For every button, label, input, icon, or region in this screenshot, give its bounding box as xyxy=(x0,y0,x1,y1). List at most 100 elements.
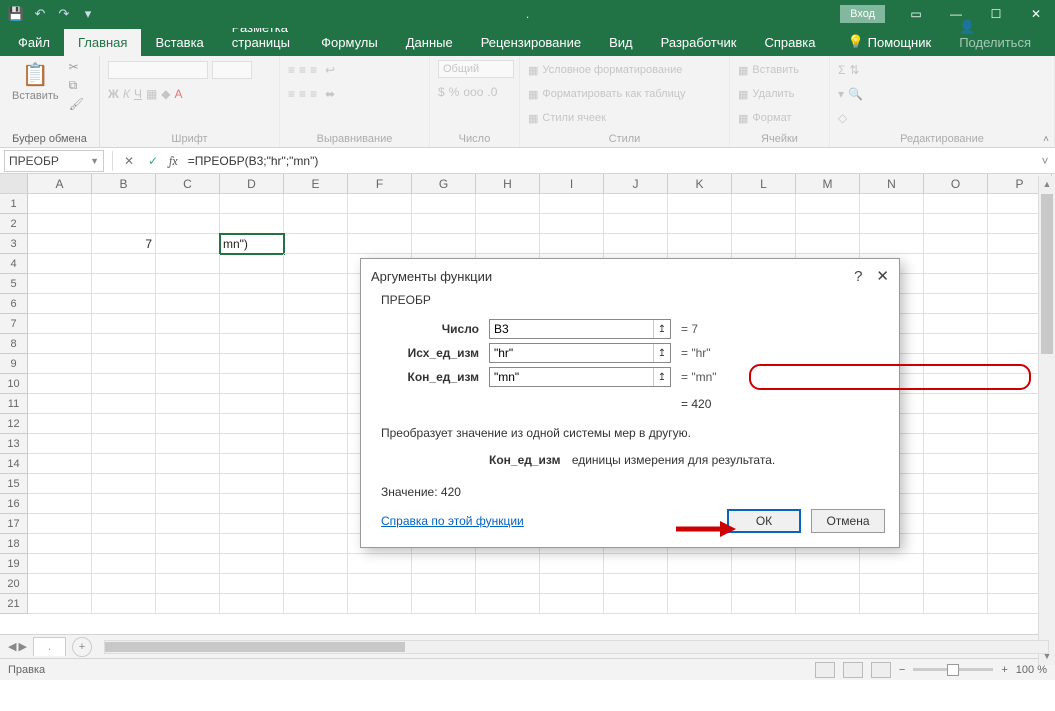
row-header[interactable]: 15 xyxy=(0,474,28,494)
autosum-icon[interactable]: Σ xyxy=(838,63,845,77)
clear-icon[interactable]: ◇ xyxy=(838,111,847,125)
cell[interactable] xyxy=(668,594,732,614)
cell[interactable] xyxy=(924,554,988,574)
cell[interactable] xyxy=(92,454,156,474)
enter-formula-icon[interactable]: ✓ xyxy=(141,150,165,172)
cell[interactable] xyxy=(220,554,284,574)
tab-view[interactable]: Вид xyxy=(595,29,647,56)
cell[interactable] xyxy=(284,474,348,494)
cell[interactable] xyxy=(28,534,92,554)
cell[interactable] xyxy=(860,594,924,614)
cell[interactable] xyxy=(220,594,284,614)
cell[interactable] xyxy=(92,554,156,574)
cell[interactable] xyxy=(924,294,988,314)
cell[interactable] xyxy=(220,294,284,314)
cell[interactable] xyxy=(284,534,348,554)
cell[interactable] xyxy=(156,194,220,214)
cell[interactable] xyxy=(860,574,924,594)
sheet-next-icon[interactable]: ▶ xyxy=(18,640,26,653)
cell[interactable] xyxy=(28,194,92,214)
cell[interactable] xyxy=(220,214,284,234)
cell[interactable] xyxy=(156,214,220,234)
cancel-formula-icon[interactable]: ✕ xyxy=(117,150,141,172)
row-header[interactable]: 18 xyxy=(0,534,28,554)
row-header[interactable]: 7 xyxy=(0,314,28,334)
insert-cells-icon[interactable]: ▦ xyxy=(738,64,748,77)
cell[interactable] xyxy=(412,594,476,614)
format-painter-icon[interactable]: 🖌 xyxy=(69,97,84,111)
cell[interactable] xyxy=(796,554,860,574)
arg3-input[interactable] xyxy=(490,368,653,386)
cell[interactable] xyxy=(412,234,476,254)
cell[interactable] xyxy=(28,274,92,294)
cell[interactable] xyxy=(284,214,348,234)
cell[interactable] xyxy=(924,394,988,414)
cell[interactable] xyxy=(668,214,732,234)
cell[interactable] xyxy=(924,494,988,514)
tab-developer[interactable]: Разработчик xyxy=(647,29,751,56)
cell[interactable] xyxy=(284,594,348,614)
redo-icon[interactable]: ↷ xyxy=(54,4,74,24)
zoom-slider[interactable] xyxy=(913,668,993,671)
cell[interactable] xyxy=(92,194,156,214)
cell[interactable] xyxy=(92,574,156,594)
qat-dropdown-icon[interactable]: ▾ xyxy=(78,4,98,24)
dialog-help-link[interactable]: Справка по этой функции xyxy=(381,514,524,528)
cell[interactable] xyxy=(156,394,220,414)
fill-icon[interactable]: ▾ xyxy=(838,87,844,101)
cell[interactable] xyxy=(732,214,796,234)
row-header[interactable]: 8 xyxy=(0,334,28,354)
row-header[interactable]: 21 xyxy=(0,594,28,614)
cell[interactable] xyxy=(156,554,220,574)
cell[interactable] xyxy=(924,414,988,434)
cell[interactable] xyxy=(924,214,988,234)
cell[interactable] xyxy=(284,334,348,354)
row-header[interactable]: 12 xyxy=(0,414,28,434)
cell[interactable] xyxy=(284,194,348,214)
align-center-icon[interactable]: ≡ xyxy=(299,87,306,101)
cell[interactable] xyxy=(28,254,92,274)
cell[interactable] xyxy=(28,314,92,334)
paste-button[interactable]: 📋 Вставить xyxy=(8,60,63,104)
cell[interactable] xyxy=(348,594,412,614)
cell[interactable] xyxy=(156,274,220,294)
cell[interactable] xyxy=(284,354,348,374)
cell[interactable] xyxy=(28,294,92,314)
cut-icon[interactable]: ✂ xyxy=(69,60,84,74)
column-header[interactable]: N xyxy=(860,174,924,193)
cell[interactable] xyxy=(28,214,92,234)
cell[interactable] xyxy=(220,334,284,354)
font-combo[interactable] xyxy=(108,61,208,79)
cell[interactable] xyxy=(28,414,92,434)
arg2-input[interactable] xyxy=(490,344,653,362)
cell[interactable] xyxy=(156,594,220,614)
cell[interactable] xyxy=(92,414,156,434)
row-header[interactable]: 6 xyxy=(0,294,28,314)
cell[interactable] xyxy=(28,234,92,254)
cell[interactable] xyxy=(156,374,220,394)
dialog-help-icon[interactable]: ? xyxy=(854,268,862,285)
cell[interactable] xyxy=(732,574,796,594)
cell[interactable] xyxy=(284,234,348,254)
row-header[interactable]: 16 xyxy=(0,494,28,514)
cell[interactable] xyxy=(284,294,348,314)
copy-icon[interactable]: ⧉ xyxy=(69,78,84,93)
column-header[interactable]: I xyxy=(540,174,604,193)
cell[interactable] xyxy=(668,574,732,594)
scroll-thumb[interactable] xyxy=(1041,194,1053,354)
cell[interactable] xyxy=(156,514,220,534)
cell[interactable] xyxy=(220,254,284,274)
arg2-ref-icon[interactable]: ↥ xyxy=(653,344,670,362)
cell[interactable] xyxy=(412,554,476,574)
cell[interactable] xyxy=(92,374,156,394)
row-header[interactable]: 10 xyxy=(0,374,28,394)
cell[interactable] xyxy=(220,354,284,374)
format-cells-icon[interactable]: ▦ xyxy=(738,112,748,125)
cell[interactable] xyxy=(92,514,156,534)
cell[interactable] xyxy=(348,194,412,214)
cell[interactable] xyxy=(540,194,604,214)
cell[interactable] xyxy=(92,594,156,614)
cell[interactable] xyxy=(284,554,348,574)
delete-cells-icon[interactable]: ▦ xyxy=(738,88,748,101)
zoom-level[interactable]: 100 % xyxy=(1016,664,1047,676)
